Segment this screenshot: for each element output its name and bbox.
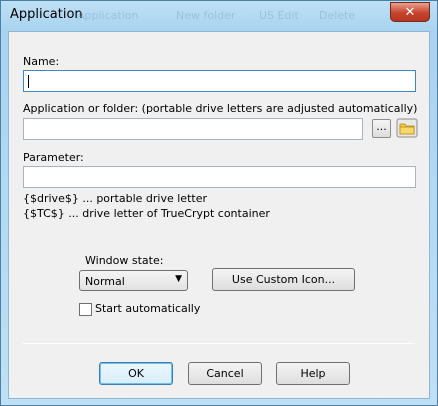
- close-icon: ✕: [404, 4, 416, 20]
- use-custom-icon-button[interactable]: Use Custom Icon...: [212, 268, 355, 291]
- name-label: Name:: [23, 55, 60, 68]
- cancel-button[interactable]: Cancel: [188, 362, 262, 385]
- parameter-input[interactable]: [23, 166, 416, 188]
- ok-button[interactable]: OK: [99, 362, 173, 385]
- background-ghost-text: Delete: [319, 9, 356, 22]
- application-input[interactable]: [23, 118, 363, 140]
- parameter-label: Parameter:: [23, 151, 84, 164]
- dialog-client-area: Name: Application or folder: (portable d…: [8, 31, 430, 399]
- name-input[interactable]: [23, 70, 416, 92]
- window-state-label: Window state:: [85, 254, 164, 267]
- browse-folder-button[interactable]: [396, 118, 418, 138]
- background-ghost-text: Application: [77, 9, 139, 22]
- window-state-value: Normal: [85, 275, 125, 288]
- window-title: Application: [10, 7, 83, 22]
- close-button[interactable]: ✕: [390, 2, 430, 22]
- background-ghost-text: New folder: [176, 9, 236, 22]
- window-state-select[interactable]: Normal ▼: [79, 270, 188, 291]
- start-automatically-checkbox[interactable]: [79, 303, 92, 316]
- help-button[interactable]: Help: [276, 362, 350, 385]
- browse-button[interactable]: ...: [372, 119, 391, 138]
- title-bar[interactable]: Application Application New folder US Ed…: [1, 1, 437, 31]
- chevron-down-icon: ▼: [175, 274, 182, 284]
- start-automatically-label: Start automatically: [95, 302, 201, 315]
- folder-icon: [396, 118, 418, 138]
- separator: [23, 343, 415, 344]
- background-ghost-text: US Edit: [259, 9, 299, 22]
- hint-truecrypt: {$TC$} ... drive letter of TrueCrypt con…: [23, 207, 270, 220]
- text-caret: [28, 75, 29, 88]
- application-label: Application or folder: (portable drive l…: [23, 102, 418, 115]
- application-dialog: Application Application New folder US Ed…: [0, 0, 438, 406]
- hint-drive-letter: {$drive$} ... portable drive letter: [23, 192, 207, 205]
